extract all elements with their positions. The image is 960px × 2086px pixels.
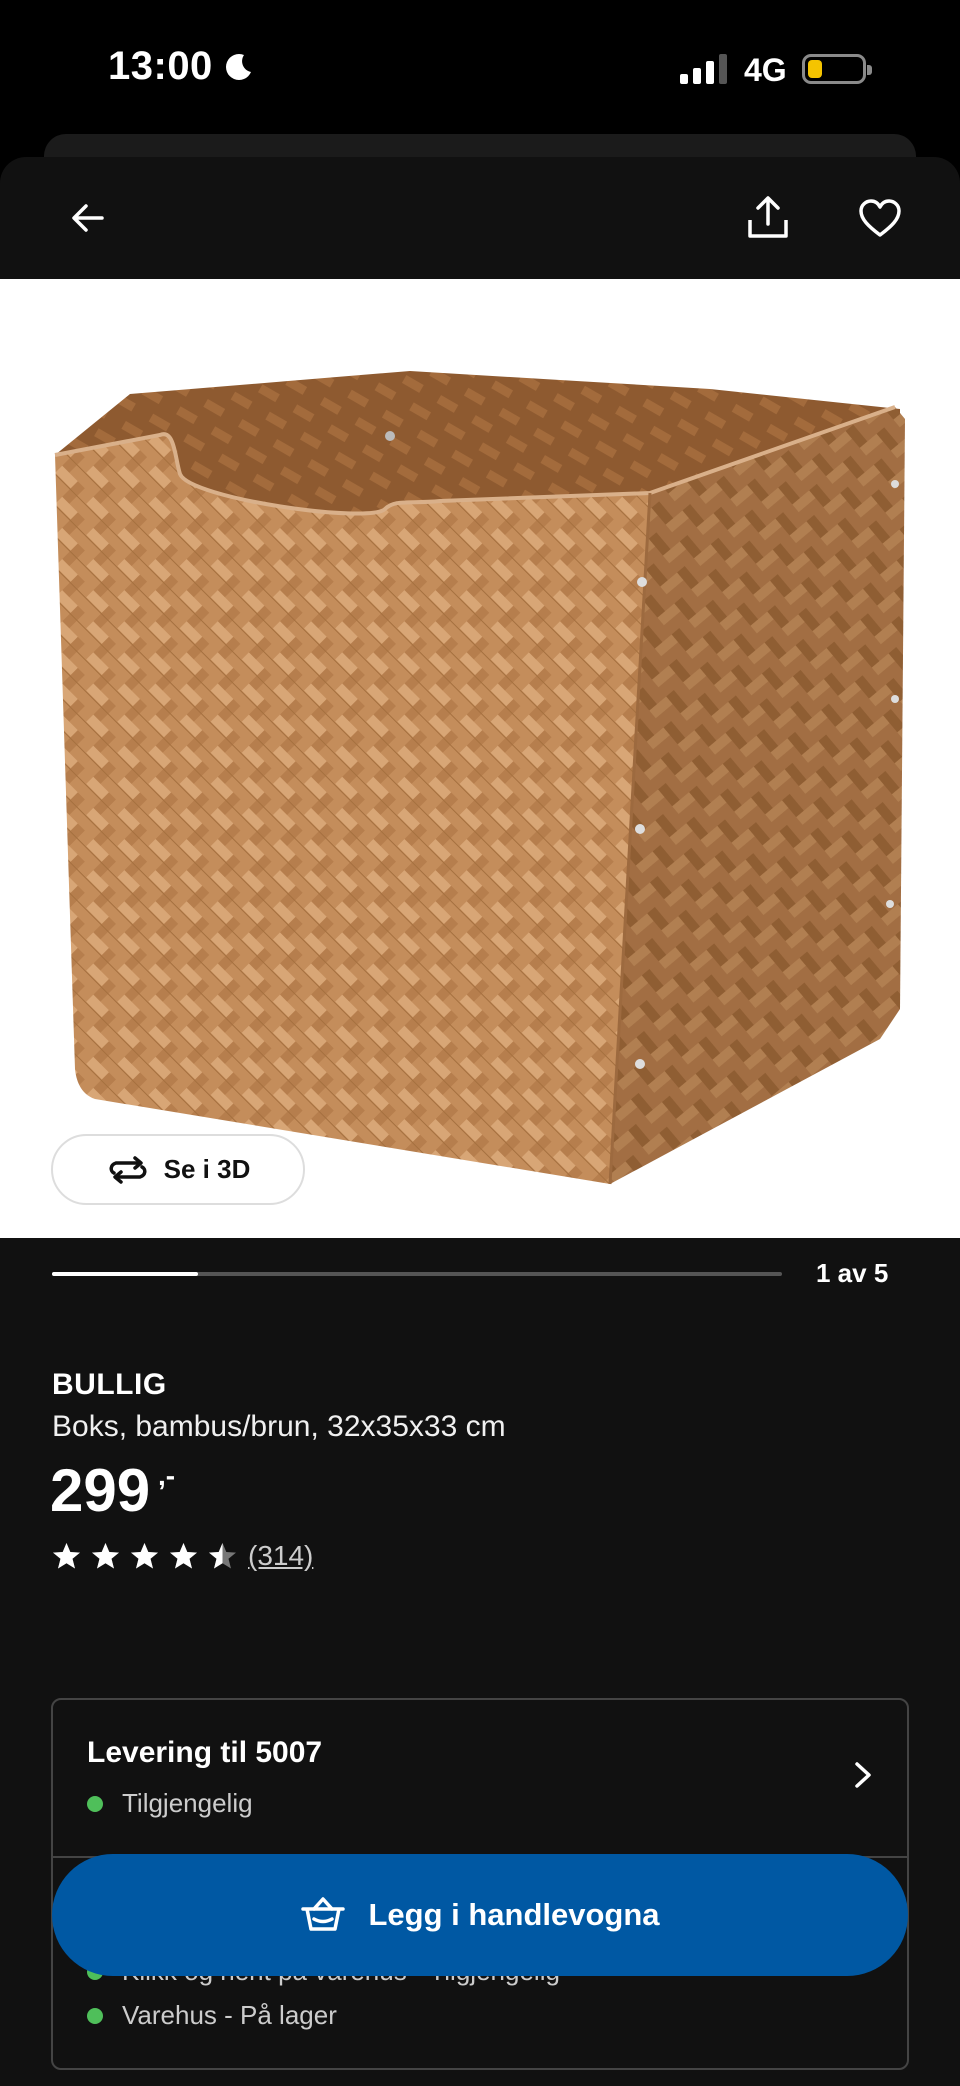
star-icon xyxy=(92,1543,119,1569)
bamboo-box-image xyxy=(54,371,905,1185)
status-bar: 13:00 4G xyxy=(0,0,960,134)
chevron-right-icon[interactable] xyxy=(850,1760,876,1790)
star-icon xyxy=(209,1543,236,1569)
rotate-3d-icon xyxy=(109,1155,147,1184)
product-image[interactable] xyxy=(0,279,960,1238)
network-type: 4G xyxy=(744,52,787,88)
product-price: 299 xyxy=(50,1457,151,1524)
store-status: Varehus - På lager xyxy=(122,2000,337,2030)
favorite-button[interactable] xyxy=(852,190,908,246)
store-dot xyxy=(87,2008,103,2024)
price-suffix: ,- xyxy=(158,1460,176,1491)
gallery-progress xyxy=(52,1272,782,1276)
product-description: Boks, bambus/brun, 32x35x33 cm xyxy=(52,1410,506,1443)
view-3d-button[interactable]: Se i 3D xyxy=(51,1134,305,1205)
gallery-progress-fill xyxy=(52,1272,198,1276)
share-button[interactable] xyxy=(740,190,796,246)
view-3d-label: Se i 3D xyxy=(163,1154,251,1184)
gallery-counter: 1 av 5 xyxy=(816,1258,889,1288)
delivery-title: Levering til 5007 xyxy=(87,1736,323,1769)
back-button[interactable] xyxy=(60,190,116,246)
add-to-cart-label: Legg i handlevogna xyxy=(368,1897,660,1932)
status-time: 13:00 xyxy=(108,44,213,88)
arrow-left-icon xyxy=(72,204,104,232)
star-icon xyxy=(170,1543,197,1569)
top-bar xyxy=(0,157,960,281)
review-count-link[interactable]: (314) xyxy=(248,1540,313,1572)
availability-dot xyxy=(87,1796,103,1812)
battery-icon xyxy=(802,54,872,84)
basket-icon xyxy=(301,1897,346,1931)
share-icon xyxy=(748,196,788,238)
signal-icon xyxy=(680,54,727,84)
add-to-cart-button[interactable]: Legg i handlevogna xyxy=(52,1854,908,1976)
moon-icon xyxy=(226,54,251,80)
rating-stars[interactable] xyxy=(52,1542,237,1571)
heart-icon xyxy=(859,199,901,237)
star-icon xyxy=(53,1543,80,1569)
product-name: BULLIG xyxy=(52,1368,167,1401)
delivery-status: Tilgjengelig xyxy=(122,1788,253,1818)
star-icon xyxy=(131,1543,158,1569)
